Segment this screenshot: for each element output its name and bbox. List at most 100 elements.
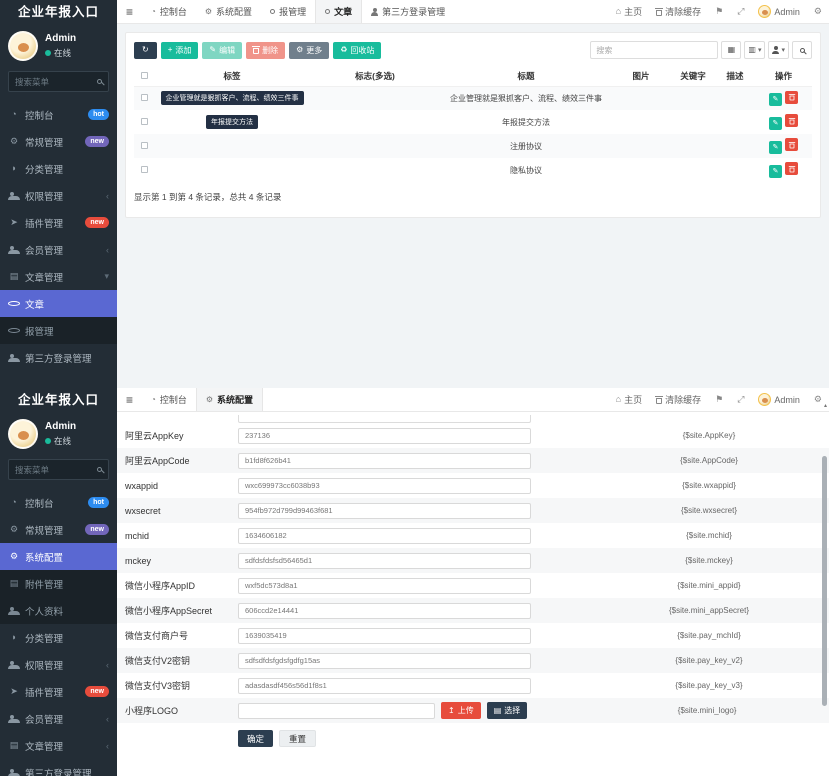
user-name: Admin bbox=[45, 33, 76, 44]
delete-row-button[interactable] bbox=[785, 91, 798, 104]
sidebar-item[interactable]: 会员管理‹ bbox=[0, 236, 117, 263]
field-input[interactable] bbox=[238, 428, 531, 444]
sidebar-item[interactable]: 权限管理‹ bbox=[0, 182, 117, 209]
more-button[interactable]: ⚙更多 bbox=[289, 42, 329, 59]
nav-clear-cache[interactable]: 清除缓存 bbox=[649, 388, 708, 411]
badge: hot bbox=[88, 109, 109, 120]
field-input[interactable] bbox=[238, 528, 531, 544]
search-button[interactable] bbox=[792, 41, 812, 59]
sidebar-item[interactable]: ➤插件管理new bbox=[0, 209, 117, 236]
row-checkbox[interactable] bbox=[141, 142, 148, 149]
edit-button[interactable]: ✎编辑 bbox=[202, 42, 242, 59]
user-status: 在线 bbox=[45, 47, 76, 59]
refresh-button[interactable]: ↻ bbox=[134, 42, 157, 59]
users-icon bbox=[8, 196, 20, 200]
recycle-bin-button[interactable]: ♻回收站 bbox=[333, 42, 381, 59]
delete-button[interactable]: 删除 bbox=[246, 42, 285, 59]
nav-user[interactable]: Admin bbox=[751, 388, 807, 411]
sidebar-search-input[interactable] bbox=[15, 465, 93, 475]
filter-user-button[interactable]: ▾ bbox=[768, 41, 789, 59]
nav-settings[interactable]: ⚙ bbox=[807, 0, 829, 23]
image-cell bbox=[611, 110, 671, 134]
tab-item[interactable]: ◔控制台 bbox=[142, 0, 196, 23]
menu-toggle-icon[interactable]: ≡ bbox=[117, 388, 142, 411]
tab-item[interactable]: 报管理 bbox=[261, 0, 315, 23]
columns-button[interactable]: ▥▾ bbox=[744, 41, 765, 59]
user-status: 在线 bbox=[45, 435, 76, 447]
sidebar-item[interactable]: ◗分类管理 bbox=[0, 624, 117, 651]
sidebar-item[interactable]: 报管理 bbox=[0, 317, 117, 344]
edit-row-button[interactable]: ✎ bbox=[769, 141, 782, 154]
sidebar-item[interactable]: ▤文章管理▾ bbox=[0, 263, 117, 290]
field-input[interactable] bbox=[238, 478, 531, 494]
tag-cell: 企业管理就是狠抓客户、流程、绩效三件事 bbox=[155, 86, 309, 110]
sidebar-item[interactable]: ▤附件管理 bbox=[0, 570, 117, 597]
nav-fullscreen[interactable]: ⤢ bbox=[730, 0, 751, 23]
delete-row-button[interactable] bbox=[785, 114, 798, 127]
scroll-up-icon[interactable]: ▴ bbox=[824, 402, 827, 409]
sidebar-item[interactable]: ◔控制台hot bbox=[0, 101, 117, 128]
row-checkbox[interactable] bbox=[141, 94, 148, 101]
delete-row-button[interactable] bbox=[785, 138, 798, 151]
gear-icon: ⚙ bbox=[205, 8, 212, 16]
nav-clear-cache[interactable]: 清除缓存 bbox=[649, 0, 708, 23]
reset-button[interactable]: 重置 bbox=[279, 730, 316, 747]
field-label: 微信支付商户号 bbox=[125, 629, 238, 642]
flag-cell bbox=[309, 86, 441, 110]
nav-home[interactable]: ⌂主页 bbox=[609, 388, 649, 411]
field-input[interactable] bbox=[238, 603, 531, 619]
sidebar-item[interactable]: 第三方登录管理 bbox=[0, 759, 117, 776]
tab-active[interactable]: ⚙系统配置 bbox=[196, 388, 263, 411]
choose-button[interactable]: ▤选择 bbox=[487, 702, 528, 719]
table-search-input[interactable] bbox=[590, 41, 718, 59]
online-dot-icon bbox=[45, 438, 51, 444]
scrollbar-thumb[interactable] bbox=[822, 456, 827, 706]
sidebar-item[interactable]: 个人资料 bbox=[0, 597, 117, 624]
sidebar-item[interactable]: ⚙常规管理new bbox=[0, 128, 117, 155]
upload-button[interactable]: ↥上传 bbox=[441, 702, 481, 719]
sidebar-item[interactable]: ◔控制台hot bbox=[0, 489, 117, 516]
select-all-checkbox[interactable] bbox=[141, 72, 148, 79]
nav-user[interactable]: Admin bbox=[751, 0, 807, 23]
sidebar-item[interactable]: 权限管理‹ bbox=[0, 651, 117, 678]
delete-row-button[interactable] bbox=[785, 162, 798, 175]
tab-item[interactable]: ⚙系统配置 bbox=[196, 0, 261, 23]
tab-active[interactable]: 文章 bbox=[315, 0, 362, 23]
sidebar-item[interactable]: 第三方登录管理 bbox=[0, 344, 117, 371]
field-input[interactable] bbox=[238, 628, 531, 644]
nav-home[interactable]: ⌂主页 bbox=[609, 0, 649, 23]
menu-toggle-icon[interactable]: ≡ bbox=[117, 0, 142, 23]
edit-row-button[interactable]: ✎ bbox=[769, 93, 782, 106]
sidebar-search-input[interactable] bbox=[15, 77, 93, 87]
row-checkbox[interactable] bbox=[141, 166, 148, 173]
sidebar-item[interactable]: ▤文章管理‹ bbox=[0, 732, 117, 759]
tab-item[interactable]: ◔控制台 bbox=[142, 388, 196, 411]
sidebar-item[interactable]: ◗分类管理 bbox=[0, 155, 117, 182]
field-input[interactable] bbox=[238, 453, 531, 469]
nav-fullscreen[interactable]: ⤢ bbox=[730, 388, 751, 411]
keyword-cell bbox=[671, 158, 715, 182]
edit-row-button[interactable]: ✎ bbox=[769, 117, 782, 130]
field-input[interactable] bbox=[238, 578, 531, 594]
sidebar-item-label: 文章管理 bbox=[25, 270, 63, 284]
row-checkbox[interactable] bbox=[141, 118, 148, 125]
clipped-input[interactable] bbox=[238, 415, 531, 423]
submit-button[interactable]: 确定 bbox=[238, 730, 273, 747]
field-input[interactable] bbox=[238, 503, 531, 519]
toggle-view-button[interactable]: ▦ bbox=[721, 41, 741, 59]
edit-row-button[interactable]: ✎ bbox=[769, 165, 782, 178]
field-input[interactable] bbox=[238, 678, 531, 694]
field-input[interactable] bbox=[238, 553, 531, 569]
nav-flag[interactable]: ⚑ bbox=[708, 0, 730, 23]
nav-flag[interactable]: ⚑ bbox=[708, 388, 730, 411]
add-button[interactable]: +添加 bbox=[161, 42, 199, 59]
field-input[interactable] bbox=[238, 653, 531, 669]
tab-item[interactable]: 第三方登录管理 bbox=[362, 0, 454, 23]
sidebar-item[interactable]: ⚙系统配置 bbox=[0, 543, 117, 570]
sidebar-item[interactable]: 会员管理‹ bbox=[0, 705, 117, 732]
field-hint: {$site.wxappid} bbox=[531, 481, 829, 490]
field-input[interactable] bbox=[238, 703, 435, 719]
sidebar-item[interactable]: ➤插件管理new bbox=[0, 678, 117, 705]
sidebar-item[interactable]: 文章 bbox=[0, 290, 117, 317]
sidebar-item[interactable]: ⚙常规管理new bbox=[0, 516, 117, 543]
